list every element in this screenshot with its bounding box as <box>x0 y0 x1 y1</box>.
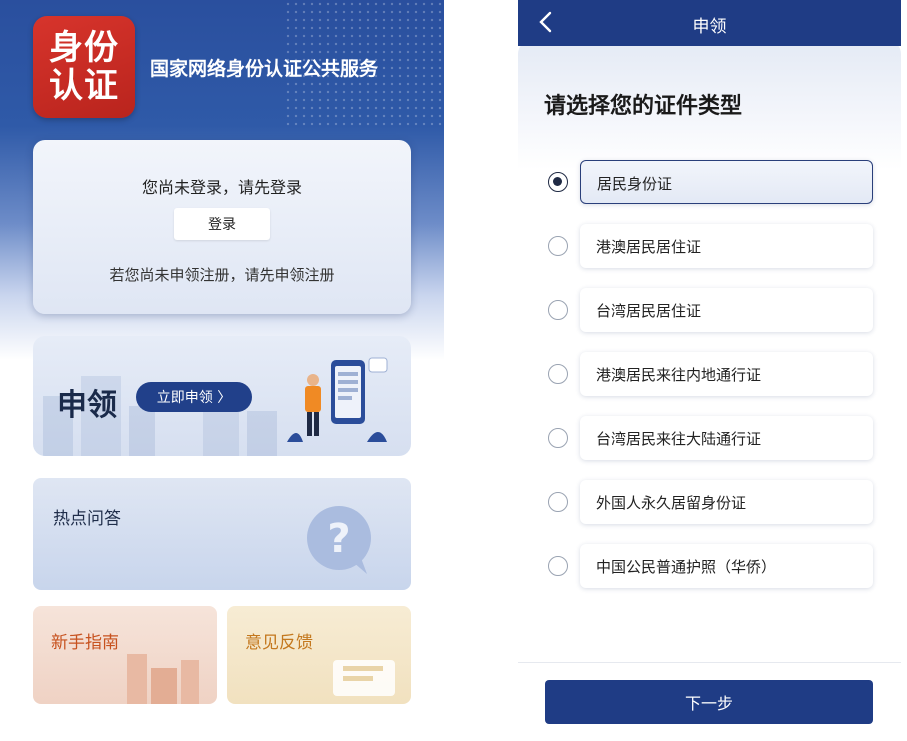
document-option[interactable]: 台湾居民居住证 <box>518 288 901 334</box>
option-label: 台湾居民来往大陆通行证 <box>596 430 762 448</box>
option-label: 中国公民普通护照（华侨） <box>596 558 777 576</box>
option-box[interactable]: 外国人永久居留身份证 <box>580 480 873 524</box>
option-label: 港澳居民来往内地通行证 <box>596 366 762 384</box>
option-label: 居民身份证 <box>597 175 673 193</box>
screenshot-root: 身份 认证 国家网络身份认证公共服务 您尚未登录，请先登录 登录 若您尚未申领注… <box>0 0 907 741</box>
login-tip: 您尚未登录，请先登录 <box>141 178 302 197</box>
guide-building-illustration <box>127 654 199 704</box>
beginner-guide-card[interactable]: 新手指南 <box>33 606 217 704</box>
feedback-card[interactable]: 意见反馈 <box>227 606 411 704</box>
person-phone-illustration <box>287 357 388 442</box>
envelope-icon <box>333 660 395 696</box>
apply-card[interactable]: 申领 立即申领 〉 <box>33 336 411 456</box>
login-card: 您尚未登录，请先登录 登录 若您尚未申领注册，请先申领注册 <box>33 140 411 314</box>
apply-title: 申领 <box>57 388 117 423</box>
select-document-heading: 请选择您的证件类型 <box>544 94 743 119</box>
radio-unselected-icon[interactable] <box>548 300 568 320</box>
question-bubble-icon: ? <box>307 506 371 574</box>
radio-selected-icon[interactable] <box>548 172 568 192</box>
option-box[interactable]: 台湾居民居住证 <box>580 288 873 332</box>
hot-qa-card[interactable]: 热点问答 ? <box>33 478 411 590</box>
app-logo: 身份 认证 <box>33 16 135 118</box>
radio-unselected-icon[interactable] <box>548 364 568 384</box>
document-option[interactable]: 港澳居民居住证 <box>518 224 901 270</box>
option-label: 港澳居民居住证 <box>596 238 702 256</box>
document-option[interactable]: 台湾居民来往大陆通行证 <box>518 416 901 462</box>
login-button[interactable]: 登录 <box>174 208 270 240</box>
beginner-guide-title: 新手指南 <box>51 633 119 653</box>
nav-bar: 申领 <box>518 0 901 46</box>
svg-text:?: ? <box>327 516 350 562</box>
hot-qa-title: 热点问答 <box>53 509 121 529</box>
logo-text-line2: 认证 <box>49 66 119 106</box>
option-box[interactable]: 台湾居民来往大陆通行证 <box>580 416 873 460</box>
home-screen: 身份 认证 国家网络身份认证公共服务 您尚未登录，请先登录 登录 若您尚未申领注… <box>0 0 444 741</box>
register-tip-link[interactable]: 若您尚未申领注册，请先申领注册 <box>33 264 411 285</box>
footer-divider <box>518 662 901 663</box>
radio-unselected-icon[interactable] <box>548 492 568 512</box>
next-step-button[interactable]: 下一步 <box>545 680 873 724</box>
option-box[interactable]: 港澳居民来往内地通行证 <box>580 352 873 396</box>
document-option[interactable]: 中国公民普通护照（华侨） <box>518 544 901 590</box>
option-box[interactable]: 中国公民普通护照（华侨） <box>580 544 873 588</box>
apply-now-button[interactable]: 立即申领 〉 <box>136 382 252 412</box>
option-label: 台湾居民居住证 <box>596 302 702 320</box>
app-title: 国家网络身份认证公共服务 <box>150 58 379 80</box>
option-label: 外国人永久居留身份证 <box>596 494 747 512</box>
apply-select-screen: 申领 请选择您的证件类型 居民身份证 港澳居民居住证 台湾居民居住证 港澳居民来… <box>518 0 901 741</box>
feedback-title: 意见反馈 <box>245 633 313 653</box>
document-option[interactable]: 居民身份证 <box>518 160 901 206</box>
document-option[interactable]: 港澳居民来往内地通行证 <box>518 352 901 398</box>
radio-unselected-icon[interactable] <box>548 428 568 448</box>
nav-title: 申领 <box>692 17 727 37</box>
radio-unselected-icon[interactable] <box>548 556 568 576</box>
radio-unselected-icon[interactable] <box>548 236 568 256</box>
logo-text-line1: 身份 <box>49 28 119 68</box>
option-box[interactable]: 居民身份证 <box>580 160 873 204</box>
document-option[interactable]: 外国人永久居留身份证 <box>518 480 901 526</box>
option-box[interactable]: 港澳居民居住证 <box>580 224 873 268</box>
